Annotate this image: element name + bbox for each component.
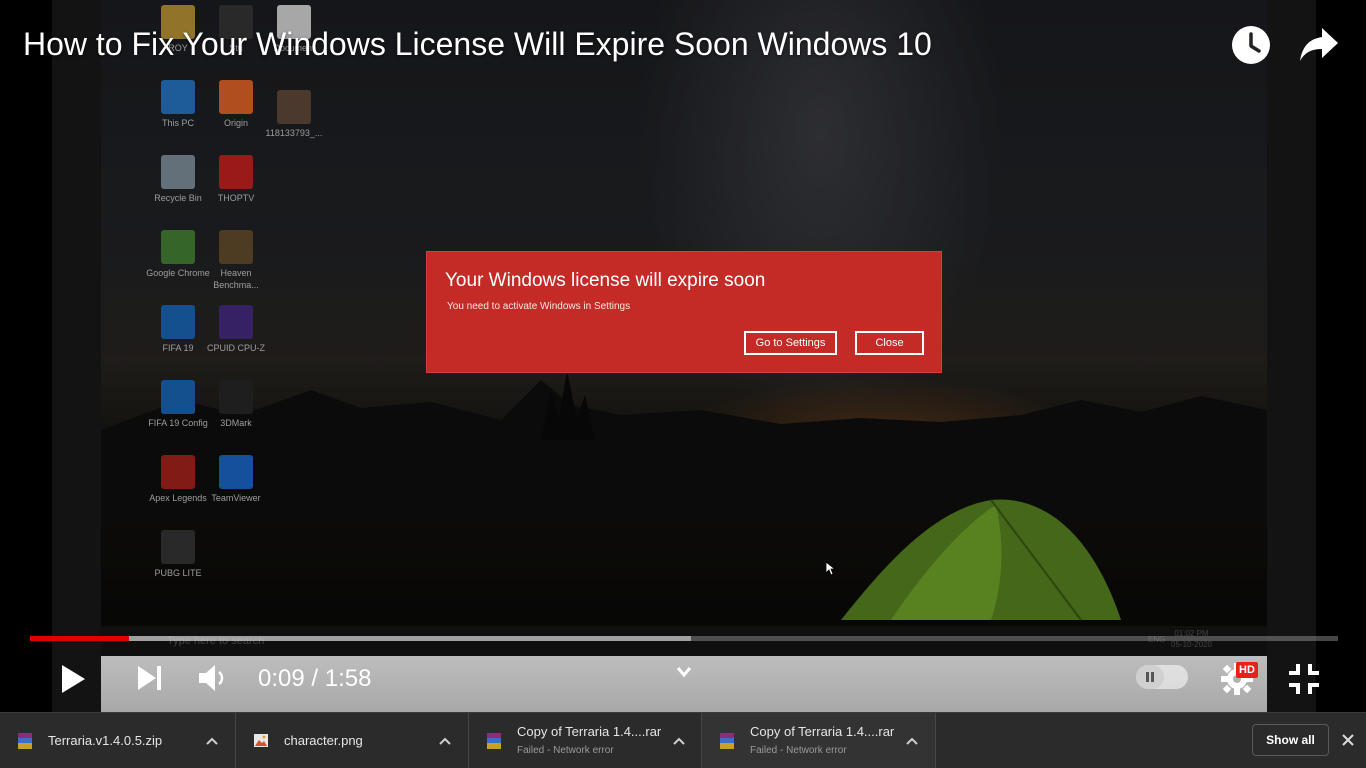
desktop-icon[interactable]: PUBG LITE (146, 530, 210, 579)
desktop-icon[interactable]: Recycle Bin (146, 155, 210, 204)
close-button[interactable]: Close (855, 331, 924, 355)
chevron-up-icon[interactable] (204, 733, 220, 749)
progress-bar[interactable] (30, 636, 1338, 641)
dialog-message: You need to activate Windows in Settings (447, 301, 631, 312)
video-player[interactable]: ROY Stu Document This PC Origin 118133793_...… (0, 0, 1366, 712)
download-status: Failed - Network error (517, 745, 614, 756)
thoptv-icon (219, 155, 253, 189)
time-display: 0:09 / 1:58 (258, 665, 372, 692)
desktop-icon[interactable]: Apex Legends (146, 455, 210, 504)
winrar-icon (18, 733, 32, 749)
player-controls: 0:09 / 1:58 HD (0, 656, 1366, 712)
desktop-icon[interactable]: THOPTV (204, 155, 268, 204)
chrome-icon (161, 230, 195, 264)
image-icon (277, 90, 311, 124)
desktop-icon-label: Google Chrome (146, 268, 210, 278)
play-icon[interactable] (60, 664, 86, 694)
pubg-icon (161, 530, 195, 564)
desktop-icon-label: FIFA 19 Config (148, 418, 208, 428)
desktop-icon[interactable]: FIFA 19 Config (146, 380, 210, 429)
license-expiry-dialog: Your Windows license will expire soon Yo… (426, 251, 942, 373)
go-to-settings-button[interactable]: Go to Settings (744, 331, 837, 355)
recorded-search-box: Type here to search (167, 635, 265, 647)
download-status: Failed - Network error (750, 745, 847, 756)
share-icon[interactable] (1298, 26, 1340, 64)
autoplay-knob (1136, 665, 1164, 689)
volume-icon[interactable] (197, 662, 227, 694)
tent-image (841, 499, 1121, 621)
cpuz-icon (219, 305, 253, 339)
pause-icon (1146, 672, 1154, 682)
video-title[interactable]: How to Fix Your Windows License Will Exp… (23, 25, 932, 63)
download-filename: Terraria.v1.4.0.5.zip (48, 733, 163, 748)
desktop-icon[interactable]: CPUID CPU-Z (204, 305, 268, 354)
desktop-icon-label: Origin (223, 118, 248, 128)
desktop-icon[interactable]: Heaven Benchma... (204, 230, 268, 291)
chevron-up-icon[interactable] (904, 733, 920, 749)
screen: ROY Stu Document This PC Origin 118133793_...… (0, 0, 1366, 768)
desktop-icon-label: This PC (161, 118, 194, 128)
fifa-icon (161, 380, 195, 414)
close-icon[interactable] (1340, 732, 1356, 748)
teamviewer-icon (219, 455, 253, 489)
next-icon[interactable] (136, 664, 164, 692)
apex-icon (161, 455, 195, 489)
winrar-icon (487, 733, 501, 749)
desktop-icon-label: Heaven Benchma... (213, 268, 259, 290)
origin-icon (219, 80, 253, 114)
desktop-icon[interactable]: FIFA 19 (146, 305, 210, 354)
download-item[interactable]: Terraria.v1.4.0.5.zip (0, 713, 236, 768)
autoplay-toggle[interactable] (1136, 665, 1188, 689)
desktop-icon[interactable]: This PC (146, 80, 210, 129)
download-filename: Copy of Terraria 1.4....rar (517, 724, 662, 739)
fifa-icon (161, 305, 195, 339)
recorded-taskbar: Type here to search ENG 01:02 PM 05-10-2… (101, 626, 1267, 656)
desktop-icon[interactable]: TeamViewer (204, 455, 268, 504)
desktop-icon[interactable]: 3DMark (204, 380, 268, 429)
mouse-cursor-icon (826, 562, 836, 576)
desktop-icon-label: Apex Legends (149, 493, 207, 503)
chevron-down-icon[interactable] (676, 666, 692, 678)
show-all-button[interactable]: Show all (1252, 724, 1329, 756)
desktop-icon[interactable]: 118133793_... (262, 90, 326, 139)
desktop-icon-label: 118133793_... (265, 128, 323, 138)
computer-icon (161, 80, 195, 114)
chevron-up-icon[interactable] (437, 733, 453, 749)
exit-fullscreen-icon[interactable] (1287, 662, 1321, 696)
download-filename: Copy of Terraria 1.4....rar (750, 724, 895, 739)
desktop-icon-label: CPUID CPU-Z (207, 343, 265, 353)
download-item[interactable]: Copy of Terraria 1.4....rar Failed - Net… (702, 713, 936, 768)
download-filename: character.png (284, 733, 363, 748)
desktop-icon-label: TeamViewer (211, 493, 261, 503)
desktop-icon-label: Recycle Bin (154, 193, 202, 203)
desktop-icon[interactable]: Origin (204, 80, 268, 129)
recycle-bin-icon (161, 155, 195, 189)
played-bar (30, 636, 130, 641)
winrar-icon (720, 733, 734, 749)
dialog-title: Your Windows license will expire soon (445, 270, 766, 291)
heaven-icon (219, 230, 253, 264)
image-file-icon (254, 734, 268, 747)
download-item[interactable]: character.png (236, 713, 469, 768)
download-shelf: Terraria.v1.4.0.5.zip character.png Copy… (0, 712, 1366, 768)
desktop-icon-label: FIFA 19 (162, 343, 194, 353)
desktop-icon-label: PUBG LITE (154, 568, 202, 578)
hd-badge: HD (1236, 662, 1258, 678)
3dmark-icon (219, 380, 253, 414)
desktop-icon[interactable]: Google Chrome (146, 230, 210, 279)
chevron-up-icon[interactable] (671, 733, 687, 749)
download-item[interactable]: Copy of Terraria 1.4....rar Failed - Net… (469, 713, 702, 768)
desktop-icon-label: THOPTV (217, 193, 255, 203)
desktop-icon-label: 3DMark (220, 418, 252, 428)
watch-later-icon[interactable] (1231, 25, 1271, 65)
